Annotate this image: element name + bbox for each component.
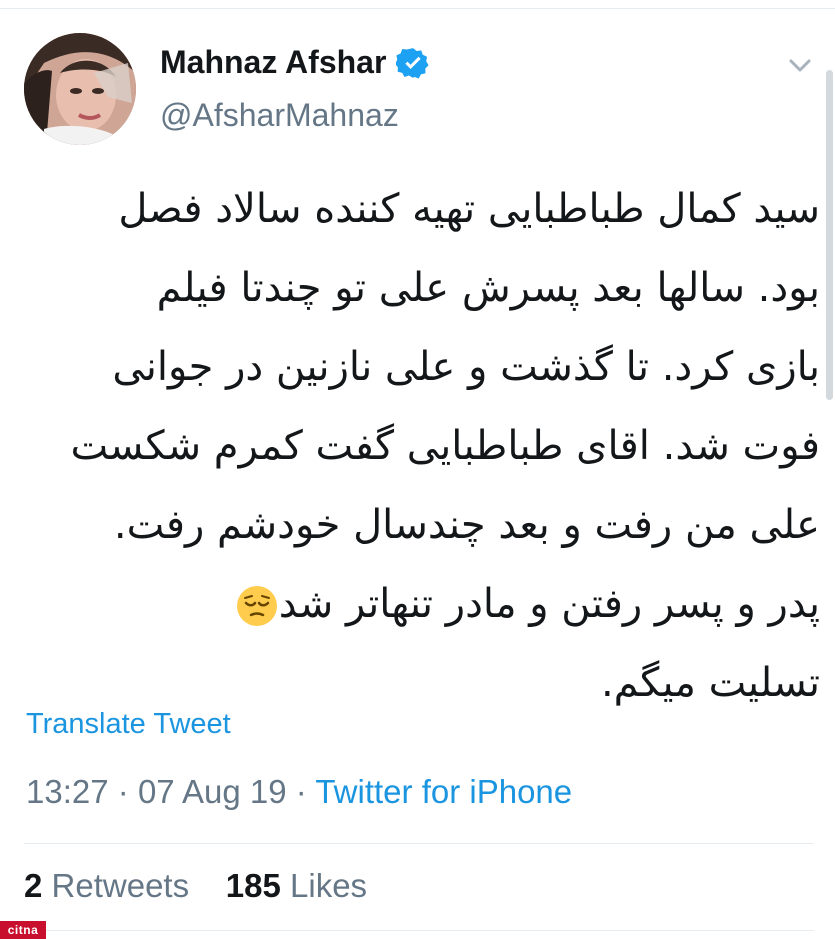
- avatar-image: [24, 33, 136, 145]
- likes-stat[interactable]: 185 Likes: [226, 867, 367, 904]
- retweets-label: Retweets: [51, 867, 190, 904]
- divider: [24, 930, 814, 931]
- chevron-down-icon[interactable]: [785, 50, 815, 80]
- tweet-meta: 13:27 · 07 Aug 19 · Twitter for iPhone: [26, 773, 572, 811]
- tweet-line: فوت شد. اقای طباطبایی گفت کمرم شکست: [70, 423, 820, 469]
- tweet-line-with-emoji: پدر و پسر رفتن و مادر تنهاتر شد: [20, 565, 820, 644]
- translate-tweet-link[interactable]: Translate Tweet: [26, 708, 231, 741]
- user-handle[interactable]: @AfsharMahnaz: [160, 97, 399, 134]
- meta-separator: ·: [117, 773, 129, 810]
- likes-count: 185: [225, 867, 281, 904]
- divider: [24, 843, 814, 844]
- tweet-source-link[interactable]: Twitter for iPhone: [315, 773, 572, 810]
- pensive-face-emoji: [236, 586, 277, 626]
- tweet-line-text: پدر و پسر رفتن و مادر تنهاتر شد: [278, 581, 820, 627]
- tweet-date: 07 Aug 19: [137, 773, 287, 810]
- watermark-logo: citna: [0, 921, 46, 939]
- scrollbar[interactable]: [826, 70, 833, 400]
- retweets-stat[interactable]: 2 Retweets: [24, 867, 189, 904]
- top-divider: [0, 8, 835, 9]
- avatar[interactable]: [24, 33, 136, 145]
- tweet-line: بازی کرد. تا گذشت و علی نازنین در جوانی: [112, 344, 820, 390]
- tweet-line: بود. سالها بعد پسرش علی تو چندتا فیلم: [156, 265, 820, 311]
- verified-badge-icon: [396, 47, 429, 78]
- tweet-line: علی من رفت و بعد چندسال خودشم رفت.: [113, 502, 820, 548]
- display-name[interactable]: Mahnaz Afshar: [160, 44, 430, 81]
- meta-separator: ·: [295, 773, 307, 810]
- display-name-text[interactable]: Mahnaz Afshar: [160, 44, 386, 81]
- tweet-line: سید کمال طباطبایی تهیه کننده سالاد فصل: [118, 186, 820, 232]
- likes-label: Likes: [290, 867, 368, 904]
- tweet-time: 13:27: [26, 773, 109, 810]
- tweet-text: سید کمال طباطبایی تهیه کننده سالاد فصل ب…: [20, 170, 820, 723]
- retweets-count: 2: [24, 867, 43, 904]
- tweet-stats: 2 Retweets 185 Likes: [24, 867, 367, 905]
